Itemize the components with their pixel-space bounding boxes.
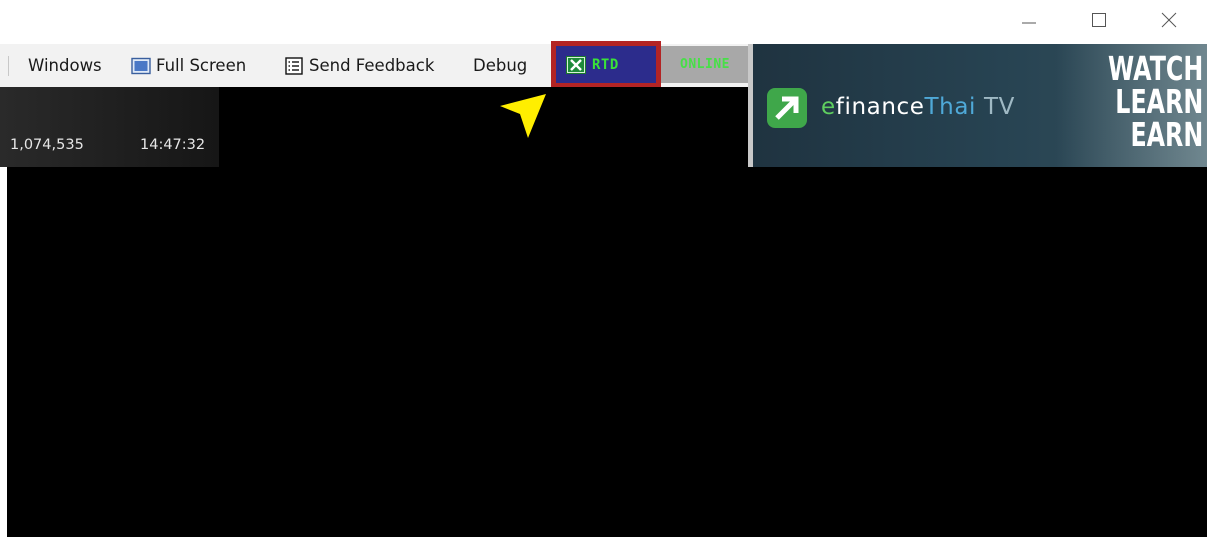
brand-thai: Thai [924, 94, 977, 120]
excel-icon [566, 55, 586, 74]
slogan-learn: LEARN [1115, 82, 1203, 121]
menu-windows-label: Windows [28, 56, 102, 75]
send-feedback-icon [285, 56, 303, 75]
ticker-strip: 1,074,535 14:47:32 [0, 87, 752, 167]
close-icon [1161, 12, 1177, 28]
main-workspace [7, 167, 1207, 537]
brand-tv: TV [984, 94, 1015, 120]
title-bar [0, 0, 1207, 44]
minimize-button[interactable] [1006, 0, 1052, 40]
menu-send-feedback-label: Send Feedback [309, 56, 435, 75]
ticker-volume: 1,074,535 [10, 137, 84, 153]
rtd-button[interactable]: RTD [556, 46, 656, 83]
menu-send-feedback[interactable]: Send Feedback [284, 44, 434, 87]
online-status-label: ONLINE [680, 57, 730, 72]
connection-status: ONLINE [661, 46, 749, 83]
slogan-watch: WATCH [1107, 49, 1203, 88]
close-button[interactable] [1146, 0, 1192, 40]
ticker-time: 14:47:32 [140, 137, 206, 153]
window-left-edge [0, 167, 7, 537]
menu-debug[interactable]: Debug [473, 44, 527, 87]
arrow-pointer-icon [500, 94, 546, 138]
maximize-button[interactable] [1076, 0, 1122, 40]
menu-windows[interactable]: Windows [28, 44, 102, 87]
menu-separator [8, 56, 9, 76]
rtd-label: RTD [592, 56, 619, 73]
menu-full-screen-label: Full Screen [156, 56, 247, 75]
menu-full-screen[interactable]: Full Screen [131, 44, 246, 87]
brand-name: efinanceThai TV [821, 94, 1015, 120]
efinancethai-logo-icon [767, 88, 807, 128]
menu-debug-label: Debug [473, 56, 528, 75]
efinancethai-tv-banner[interactable]: efinanceThai TV WATCH LEARN EARN [753, 44, 1207, 167]
maximize-icon [1092, 13, 1106, 27]
ticker-info-panel: 1,074,535 14:47:32 [0, 87, 219, 167]
slogan-earn: EARN [1130, 115, 1203, 154]
brand-finance: finance [835, 94, 925, 120]
minimize-icon [1022, 22, 1036, 24]
full-screen-icon [131, 57, 151, 74]
brand-e: e [821, 94, 836, 120]
banner-slogan: WATCH LEARN EARN [1108, 52, 1203, 151]
